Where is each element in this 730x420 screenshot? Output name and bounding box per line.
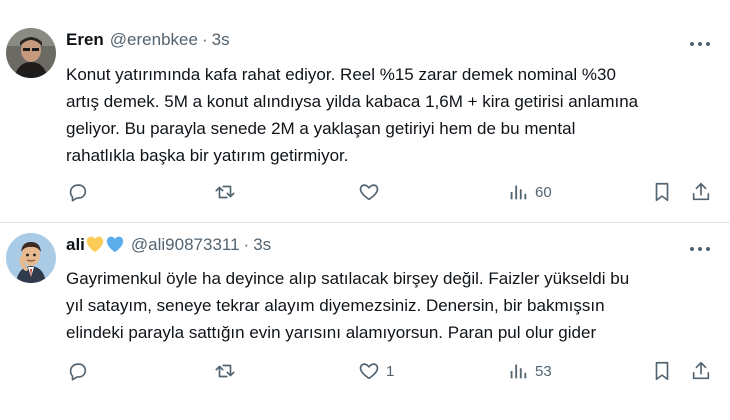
bookmark-icon bbox=[655, 361, 669, 381]
reply-icon bbox=[69, 184, 87, 202]
more-options-icon[interactable] bbox=[688, 241, 712, 251]
separator-dot: · bbox=[243, 235, 250, 254]
display-name[interactable]: ali bbox=[66, 235, 85, 254]
like-button[interactable] bbox=[358, 180, 386, 204]
share-button[interactable] bbox=[690, 359, 712, 383]
view-count: 60 bbox=[535, 183, 552, 201]
tweet-text: Gayrimenkul öyle ha deyince alıp satılac… bbox=[66, 269, 630, 342]
tweet-header: Eren @erenbkee · 3s bbox=[66, 30, 230, 50]
user-handle[interactable]: @erenbkee bbox=[110, 30, 198, 49]
views-chart-icon bbox=[510, 185, 527, 200]
heart-icon bbox=[359, 184, 379, 201]
retweet-icon bbox=[215, 185, 235, 199]
more-options-icon[interactable] bbox=[688, 36, 712, 46]
avatar[interactable] bbox=[6, 233, 56, 283]
reply-button[interactable] bbox=[67, 359, 95, 383]
bookmark-button[interactable] bbox=[651, 359, 673, 383]
bookmark-icon bbox=[655, 182, 669, 202]
tweet-text: Konut yatırımında kafa rahat ediyor. Ree… bbox=[66, 65, 639, 165]
views-chart-icon bbox=[510, 364, 527, 379]
heart-icon bbox=[359, 363, 379, 380]
yellow-heart-icon bbox=[85, 235, 105, 258]
tweet-header: ali @ali90873311 · 3s bbox=[66, 235, 271, 258]
retweet-button[interactable] bbox=[214, 359, 242, 383]
views-button[interactable]: 53 bbox=[507, 359, 552, 383]
user-handle[interactable]: @ali90873311 bbox=[131, 235, 240, 254]
share-icon bbox=[692, 182, 710, 201]
share-button[interactable] bbox=[690, 180, 712, 204]
retweet-icon bbox=[215, 364, 235, 378]
reply-button[interactable] bbox=[67, 180, 95, 204]
display-name[interactable]: Eren bbox=[66, 30, 104, 49]
separator-dot: · bbox=[201, 30, 208, 49]
tweet-actions: 60 bbox=[0, 180, 730, 204]
reply-icon bbox=[69, 363, 87, 381]
avatar[interactable] bbox=[6, 28, 56, 78]
like-count: 1 bbox=[386, 362, 395, 380]
bookmark-button[interactable] bbox=[651, 180, 673, 204]
view-count: 53 bbox=[535, 362, 552, 380]
views-button[interactable]: 60 bbox=[507, 180, 552, 204]
tweet-divider bbox=[0, 222, 730, 223]
timestamp[interactable]: 3s bbox=[212, 30, 230, 49]
tweet-actions: 1 53 bbox=[0, 359, 730, 383]
retweet-button[interactable] bbox=[214, 180, 242, 204]
like-button[interactable]: 1 bbox=[358, 359, 394, 383]
timestamp[interactable]: 3s bbox=[253, 235, 271, 254]
blue-heart-icon bbox=[105, 235, 125, 258]
share-icon bbox=[692, 361, 710, 380]
